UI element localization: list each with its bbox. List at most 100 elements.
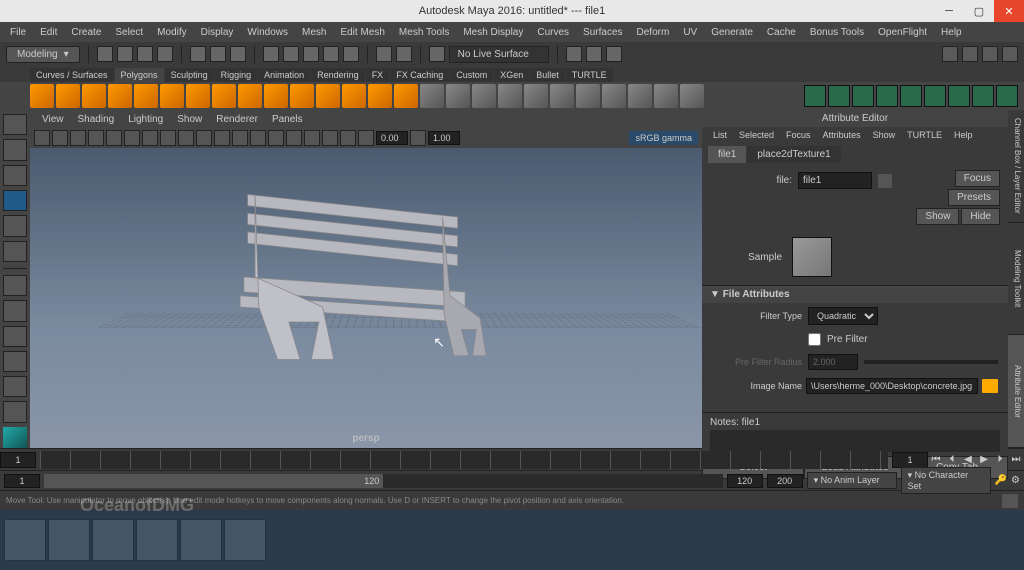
view-renderer-icon[interactable] bbox=[340, 130, 356, 146]
shelf-tab-fx-caching[interactable]: FX Caching bbox=[390, 68, 449, 82]
right-tab-channel-box-layer-editor[interactable]: Channel Box / Layer Editor bbox=[1008, 110, 1024, 223]
attrmenu-help[interactable]: Help bbox=[949, 129, 978, 141]
view-film-icon[interactable] bbox=[106, 130, 122, 146]
shelf-poly-icon[interactable] bbox=[368, 84, 392, 108]
menu-create[interactable]: Create bbox=[65, 25, 107, 40]
shelf-poly-icon[interactable] bbox=[134, 84, 158, 108]
shelf-poly-icon[interactable] bbox=[446, 84, 470, 108]
open-scene-icon[interactable] bbox=[117, 46, 133, 62]
viewmenu-renderer[interactable]: Renderer bbox=[210, 113, 264, 126]
menu-file[interactable]: File bbox=[4, 25, 32, 40]
menu-openflight[interactable]: OpenFlight bbox=[872, 25, 933, 40]
shelf-poly-icon[interactable] bbox=[264, 84, 288, 108]
shelf-poly-icon[interactable] bbox=[576, 84, 600, 108]
play-back-icon[interactable]: ◀ bbox=[960, 452, 976, 468]
shelf-tab-fx[interactable]: FX bbox=[366, 68, 390, 82]
new-scene-icon[interactable] bbox=[97, 46, 113, 62]
attrmenu-attributes[interactable]: Attributes bbox=[818, 129, 866, 141]
magnet-icon[interactable] bbox=[429, 46, 445, 62]
view-xray-icon[interactable] bbox=[286, 130, 302, 146]
shelf-right-icon[interactable] bbox=[948, 85, 970, 107]
shelf-tab-curves-surfaces[interactable]: Curves / Surfaces bbox=[30, 68, 114, 82]
shelf-right-icon[interactable] bbox=[828, 85, 850, 107]
menu-cache[interactable]: Cache bbox=[761, 25, 802, 40]
shelf-right-icon[interactable] bbox=[900, 85, 922, 107]
lasso-tool[interactable] bbox=[3, 139, 27, 160]
play-icon[interactable]: ▶ bbox=[976, 452, 992, 468]
rotate-tool[interactable] bbox=[3, 215, 27, 236]
exposure-field[interactable]: 0.00 bbox=[376, 131, 408, 145]
autokey-icon[interactable]: 🔑 bbox=[995, 475, 1007, 486]
shelf-poly-icon[interactable] bbox=[82, 84, 106, 108]
viewmenu-shading[interactable]: Shading bbox=[72, 113, 121, 126]
view-hq-icon[interactable] bbox=[322, 130, 338, 146]
attrmenu-selected[interactable]: Selected bbox=[734, 129, 779, 141]
lasso-icon[interactable] bbox=[210, 46, 226, 62]
timeline-track[interactable] bbox=[40, 451, 888, 469]
view-exposure-icon[interactable] bbox=[358, 130, 374, 146]
view-grid-icon[interactable] bbox=[88, 130, 104, 146]
shelf-right-icon[interactable] bbox=[924, 85, 946, 107]
shelf-poly-icon[interactable] bbox=[56, 84, 80, 108]
layout-two-icon[interactable] bbox=[3, 326, 27, 347]
select-tool[interactable] bbox=[3, 114, 27, 135]
menu-help[interactable]: Help bbox=[935, 25, 968, 40]
shelf-tab-animation[interactable]: Animation bbox=[258, 68, 310, 82]
menu-mesh[interactable]: Mesh bbox=[296, 25, 332, 40]
menu-bonus-tools[interactable]: Bonus Tools bbox=[804, 25, 870, 40]
view-ao-icon[interactable] bbox=[250, 130, 266, 146]
right-tab-attribute-editor[interactable]: Attribute Editor bbox=[1008, 335, 1024, 448]
filter-type-dropdown[interactable]: Quadratic bbox=[808, 307, 878, 325]
attr-tab-file1[interactable]: file1 bbox=[708, 146, 746, 163]
menu-generate[interactable]: Generate bbox=[705, 25, 759, 40]
shelf-poly-icon[interactable] bbox=[238, 84, 262, 108]
shelf-poly-icon[interactable] bbox=[602, 84, 626, 108]
shelf-tab-turtle[interactable]: TURTLE bbox=[566, 68, 613, 82]
shelf-poly-icon[interactable] bbox=[680, 84, 704, 108]
layout-four-icon[interactable] bbox=[3, 300, 27, 321]
node-nav-icon[interactable] bbox=[878, 174, 892, 188]
workspace-dropdown[interactable]: Modeling▾ bbox=[6, 46, 80, 63]
prefilter-checkbox[interactable] bbox=[808, 333, 821, 346]
shelf-tab-custom[interactable]: Custom bbox=[450, 68, 493, 82]
shelf-poly-icon[interactable] bbox=[108, 84, 132, 108]
shelf-poly-icon[interactable] bbox=[628, 84, 652, 108]
shelf-poly-icon[interactable] bbox=[290, 84, 314, 108]
shelf-tab-rendering[interactable]: Rendering bbox=[311, 68, 365, 82]
range-max-field[interactable] bbox=[767, 474, 803, 488]
taskbar-item[interactable] bbox=[180, 519, 222, 561]
taskbar-item[interactable] bbox=[48, 519, 90, 561]
snap-curve-icon[interactable] bbox=[283, 46, 299, 62]
show-button[interactable]: Show bbox=[916, 208, 959, 225]
prefs-icon[interactable]: ⚙ bbox=[1011, 475, 1020, 486]
view-bookmark-icon[interactable] bbox=[52, 130, 68, 146]
menu-edit[interactable]: Edit bbox=[34, 25, 63, 40]
menu-modify[interactable]: Modify bbox=[151, 25, 192, 40]
folder-icon[interactable] bbox=[982, 379, 998, 393]
save-scene-icon[interactable] bbox=[137, 46, 153, 62]
viewmenu-view[interactable]: View bbox=[36, 113, 70, 126]
shelf-poly-icon[interactable] bbox=[654, 84, 678, 108]
presets-button[interactable]: Presets bbox=[948, 189, 1000, 206]
panel-layout-icon[interactable] bbox=[942, 46, 958, 62]
menu-edit-mesh[interactable]: Edit Mesh bbox=[334, 25, 390, 40]
render-icon[interactable] bbox=[566, 46, 582, 62]
step-back-icon[interactable]: ⏴ bbox=[944, 452, 960, 468]
close-button[interactable]: ✕ bbox=[994, 0, 1024, 22]
snap-live-icon[interactable] bbox=[343, 46, 359, 62]
paint-select-icon[interactable] bbox=[230, 46, 246, 62]
layout-graph-icon[interactable] bbox=[3, 401, 27, 422]
shelf-tab-xgen[interactable]: XGen bbox=[494, 68, 529, 82]
attrmenu-focus[interactable]: Focus bbox=[781, 129, 816, 141]
maximize-button[interactable]: ▢ bbox=[964, 0, 994, 22]
view-res-icon[interactable] bbox=[142, 130, 158, 146]
move-tool[interactable] bbox=[3, 190, 27, 211]
menu-uv[interactable]: UV bbox=[677, 25, 703, 40]
anim-layer-dropdown[interactable]: ▾ No Anim Layer bbox=[807, 472, 897, 489]
taskbar-item[interactable] bbox=[136, 519, 178, 561]
snap-plane-icon[interactable] bbox=[323, 46, 339, 62]
script-editor-icon[interactable] bbox=[1002, 494, 1018, 508]
view-tex-icon[interactable] bbox=[196, 130, 212, 146]
viewmenu-lighting[interactable]: Lighting bbox=[122, 113, 169, 126]
shelf-poly-icon[interactable] bbox=[30, 84, 54, 108]
